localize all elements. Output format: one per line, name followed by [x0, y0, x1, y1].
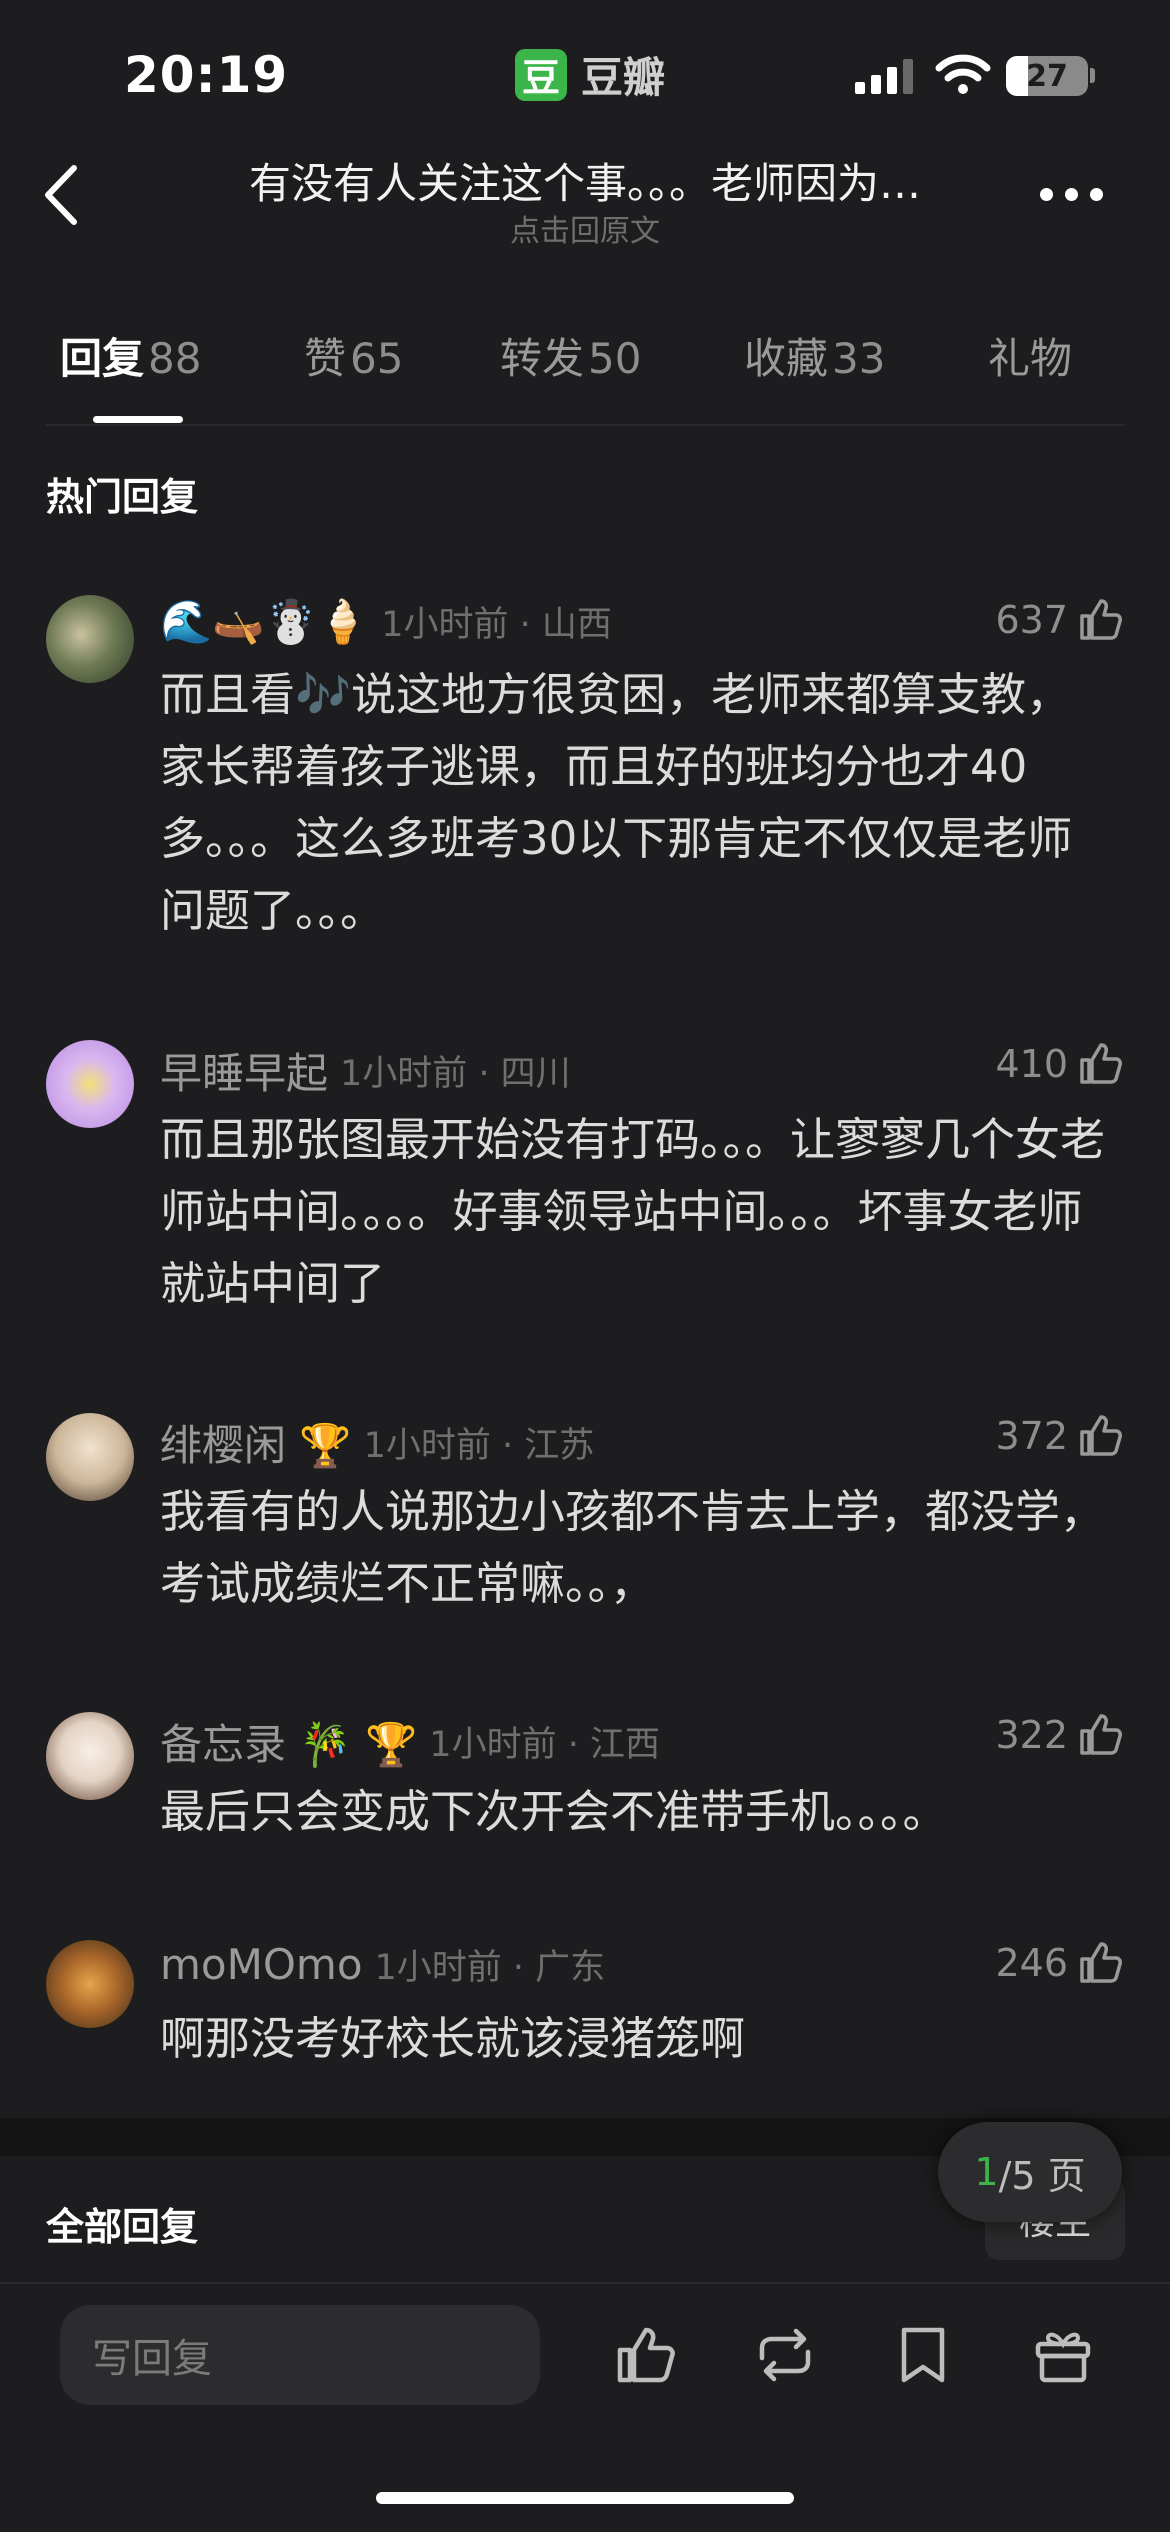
repost-icon[interactable]	[752, 2322, 818, 2388]
comment-time-location: 1小时前 · 江苏	[363, 1426, 595, 1466]
battery-level: 27	[1026, 58, 1068, 94]
avatar[interactable]	[46, 595, 134, 683]
comment-text: 而且那张图最开始没有打码。。。让寥寥几个女老师站中间。。。。好事领导站中间。。。…	[160, 1113, 1106, 1310]
comment-time-location: 1小时前 · 山西	[381, 605, 612, 645]
status-app-name: 豆瓣	[581, 53, 666, 102]
comment-text: 啊那没考好校长就该浸猪笼啊	[160, 2012, 746, 2065]
avatar[interactable]	[46, 1413, 134, 1501]
like-icon[interactable]	[612, 2322, 678, 2388]
tab-likes[interactable]: 赞65	[304, 325, 403, 386]
status-app-indicator: 豆 豆瓣	[515, 44, 665, 105]
reply-input[interactable]: 写回复	[60, 2305, 540, 2405]
avatar[interactable]	[46, 1040, 134, 1128]
current-page: 1	[974, 2150, 999, 2194]
comment-meta: 🌊🛶☃️🍦 1小时前 · 山西	[160, 596, 612, 647]
tab-replies[interactable]: 回复88	[60, 325, 201, 386]
comment-meta: 备忘录 🎋 🏆 1小时前 · 江西	[160, 1711, 660, 1772]
comment-time-location: 1小时前 · 广东	[374, 1948, 606, 1988]
like-count: 637	[995, 598, 1068, 642]
like-count: 410	[995, 1042, 1068, 1086]
page-total: /5 页	[998, 2153, 1086, 2198]
like-button[interactable]: 322	[995, 1711, 1124, 1759]
like-count: 246	[995, 1941, 1068, 1985]
wifi-icon	[935, 54, 991, 94]
thumbs-up-icon	[1080, 1942, 1122, 1983]
all-replies-heading: 全部回复	[46, 2205, 199, 2249]
cellular-signal-icon	[855, 58, 913, 94]
like-button[interactable]: 637	[995, 596, 1124, 644]
tab-collections[interactable]: 收藏33	[744, 325, 885, 386]
comment-meta: 绯樱闲 🏆 1小时前 · 江苏	[160, 1412, 594, 1473]
thumbs-up-icon	[1080, 1714, 1122, 1755]
like-button[interactable]: 246	[995, 1939, 1124, 1987]
comment-author[interactable]: 早睡早起	[160, 1040, 328, 1101]
hot-replies-heading: 热门回复	[46, 475, 199, 519]
like-button[interactable]: 372	[995, 1412, 1124, 1460]
like-count: 322	[995, 1713, 1068, 1757]
comment-author[interactable]: 备忘录 🎋 🏆	[160, 1711, 417, 1772]
post-title[interactable]: 有没有人关注这个事。。。老师因为…	[190, 150, 980, 211]
active-tab-indicator	[93, 416, 183, 423]
like-button[interactable]: 410	[995, 1040, 1124, 1088]
tab-gifts[interactable]: 礼物	[988, 325, 1072, 386]
comment-text: 最后只会变成下次开会不准带手机。。。。	[160, 1785, 948, 1838]
back-icon[interactable]	[38, 160, 88, 230]
status-time: 20:19	[124, 46, 289, 104]
back-to-original-link[interactable]: 点击回原文	[190, 206, 980, 250]
comment-time-location: 1小时前 · 四川	[340, 1054, 571, 1094]
divider	[0, 2282, 1170, 2284]
divider	[46, 424, 1124, 426]
thumbs-up-icon	[1080, 599, 1122, 640]
comment-text: 我看有的人说那边小孩都不肯去上学，都没学，考试成绩烂不正常嘛。。，	[160, 1485, 1106, 1610]
tab-bar: 回复88 赞65 转发50 收藏33 礼物	[0, 325, 1170, 420]
tab-reposts[interactable]: 转发50	[500, 325, 641, 386]
battery-cap	[1090, 68, 1095, 83]
comment-author[interactable]: 🌊🛶☃️🍦	[160, 597, 369, 647]
comment-author[interactable]: moMOmo	[160, 1940, 363, 1989]
comment-text: 而且看🎶说这地方很贫困，老师来都算支教，家长帮着孩子逃课，而且好的班均分也才40…	[160, 668, 1073, 937]
like-count: 372	[995, 1414, 1068, 1458]
douban-logo-icon: 豆	[515, 48, 567, 101]
more-icon[interactable]	[1040, 188, 1120, 208]
thumbs-up-icon	[1080, 1043, 1122, 1084]
page-indicator[interactable]: 1/5 页	[938, 2122, 1122, 2222]
home-indicator	[376, 2492, 794, 2504]
avatar[interactable]	[46, 1712, 134, 1800]
bookmark-icon[interactable]	[890, 2322, 956, 2388]
thumbs-up-icon	[1080, 1415, 1122, 1456]
comment-meta: 早睡早起 1小时前 · 四川	[160, 1040, 571, 1101]
comment-meta: moMOmo 1小时前 · 广东	[160, 1939, 605, 1990]
gift-icon[interactable]	[1030, 2322, 1096, 2388]
comment-time-location: 1小时前 · 江西	[429, 1725, 660, 1765]
avatar[interactable]	[46, 1940, 134, 2028]
battery-icon: 27	[1006, 56, 1088, 96]
comment-author[interactable]: 绯樱闲 🏆	[160, 1412, 352, 1473]
